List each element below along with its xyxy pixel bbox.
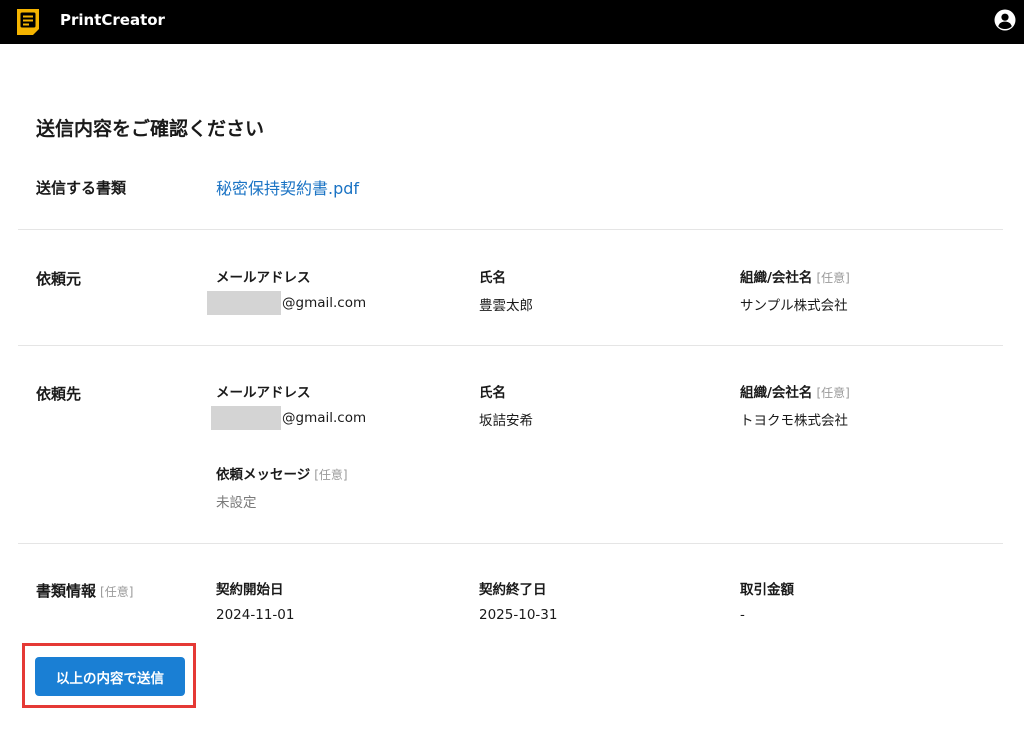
doc-info-label-text: 書類情報 xyxy=(36,582,97,600)
optional-tag: [任意] xyxy=(816,271,850,285)
doc-info-label: 書類情報 [任意] xyxy=(36,580,133,601)
requester-email-label: メールアドレス xyxy=(216,270,311,286)
app-title: PrintCreator xyxy=(60,11,165,29)
recipient-name-label: 氏名 xyxy=(479,385,506,401)
requester-name-label: 氏名 xyxy=(479,270,506,286)
submit-button[interactable]: 以上の内容で送信 xyxy=(35,657,185,696)
user-account-icon[interactable] xyxy=(994,9,1016,31)
recipient-email-domain: @gmail.com xyxy=(282,410,367,426)
divider xyxy=(18,543,1003,544)
recipient-message-value: 未設定 xyxy=(216,495,257,511)
contract-start-value: 2024-11-01 xyxy=(216,607,295,623)
optional-tag: [任意] xyxy=(100,585,134,599)
recipient-message-label: 依頼メッセージ [任意] xyxy=(216,463,348,483)
optional-tag: [任意] xyxy=(816,386,850,400)
requester-email-value: @gmail.com xyxy=(207,291,366,315)
requester-org-label: 組織/会社名 [任意] xyxy=(740,266,850,286)
document-icon xyxy=(17,9,39,35)
requester-org-label-text: 組織/会社名 xyxy=(740,270,813,286)
recipient-org-label: 組織/会社名 [任意] xyxy=(740,381,850,401)
recipient-org-label-text: 組織/会社名 xyxy=(740,385,813,401)
page-title: 送信内容をご確認ください xyxy=(36,118,265,140)
requester-label: 依頼元 xyxy=(36,270,82,288)
optional-tag: [任意] xyxy=(314,468,348,482)
requester-name-value: 豊雲太郎 xyxy=(479,298,533,314)
requester-org-value: サンプル株式会社 xyxy=(740,298,848,314)
amount-label: 取引金額 xyxy=(740,582,794,598)
document-file-link[interactable]: 秘密保持契約書.pdf xyxy=(216,175,359,199)
recipient-message-label-text: 依頼メッセージ xyxy=(216,467,311,483)
contract-start-label: 契約開始日 xyxy=(216,582,284,598)
redacted-block xyxy=(211,406,281,430)
contract-end-label: 契約終了日 xyxy=(479,582,547,598)
divider xyxy=(18,345,1003,346)
redacted-block xyxy=(207,291,281,315)
recipient-name-value: 坂詰安希 xyxy=(479,413,533,429)
divider xyxy=(18,229,1003,230)
recipient-email-label: メールアドレス xyxy=(216,385,311,401)
document-label: 送信する書類 xyxy=(36,179,127,197)
amount-value: - xyxy=(740,607,745,623)
recipient-label: 依頼先 xyxy=(36,385,82,403)
recipient-org-value: トヨクモ株式会社 xyxy=(740,413,848,429)
requester-email-domain: @gmail.com xyxy=(282,295,367,311)
top-bar: PrintCreator xyxy=(0,0,1024,44)
recipient-email-value: @gmail.com xyxy=(211,406,366,430)
contract-end-value: 2025-10-31 xyxy=(479,607,558,623)
